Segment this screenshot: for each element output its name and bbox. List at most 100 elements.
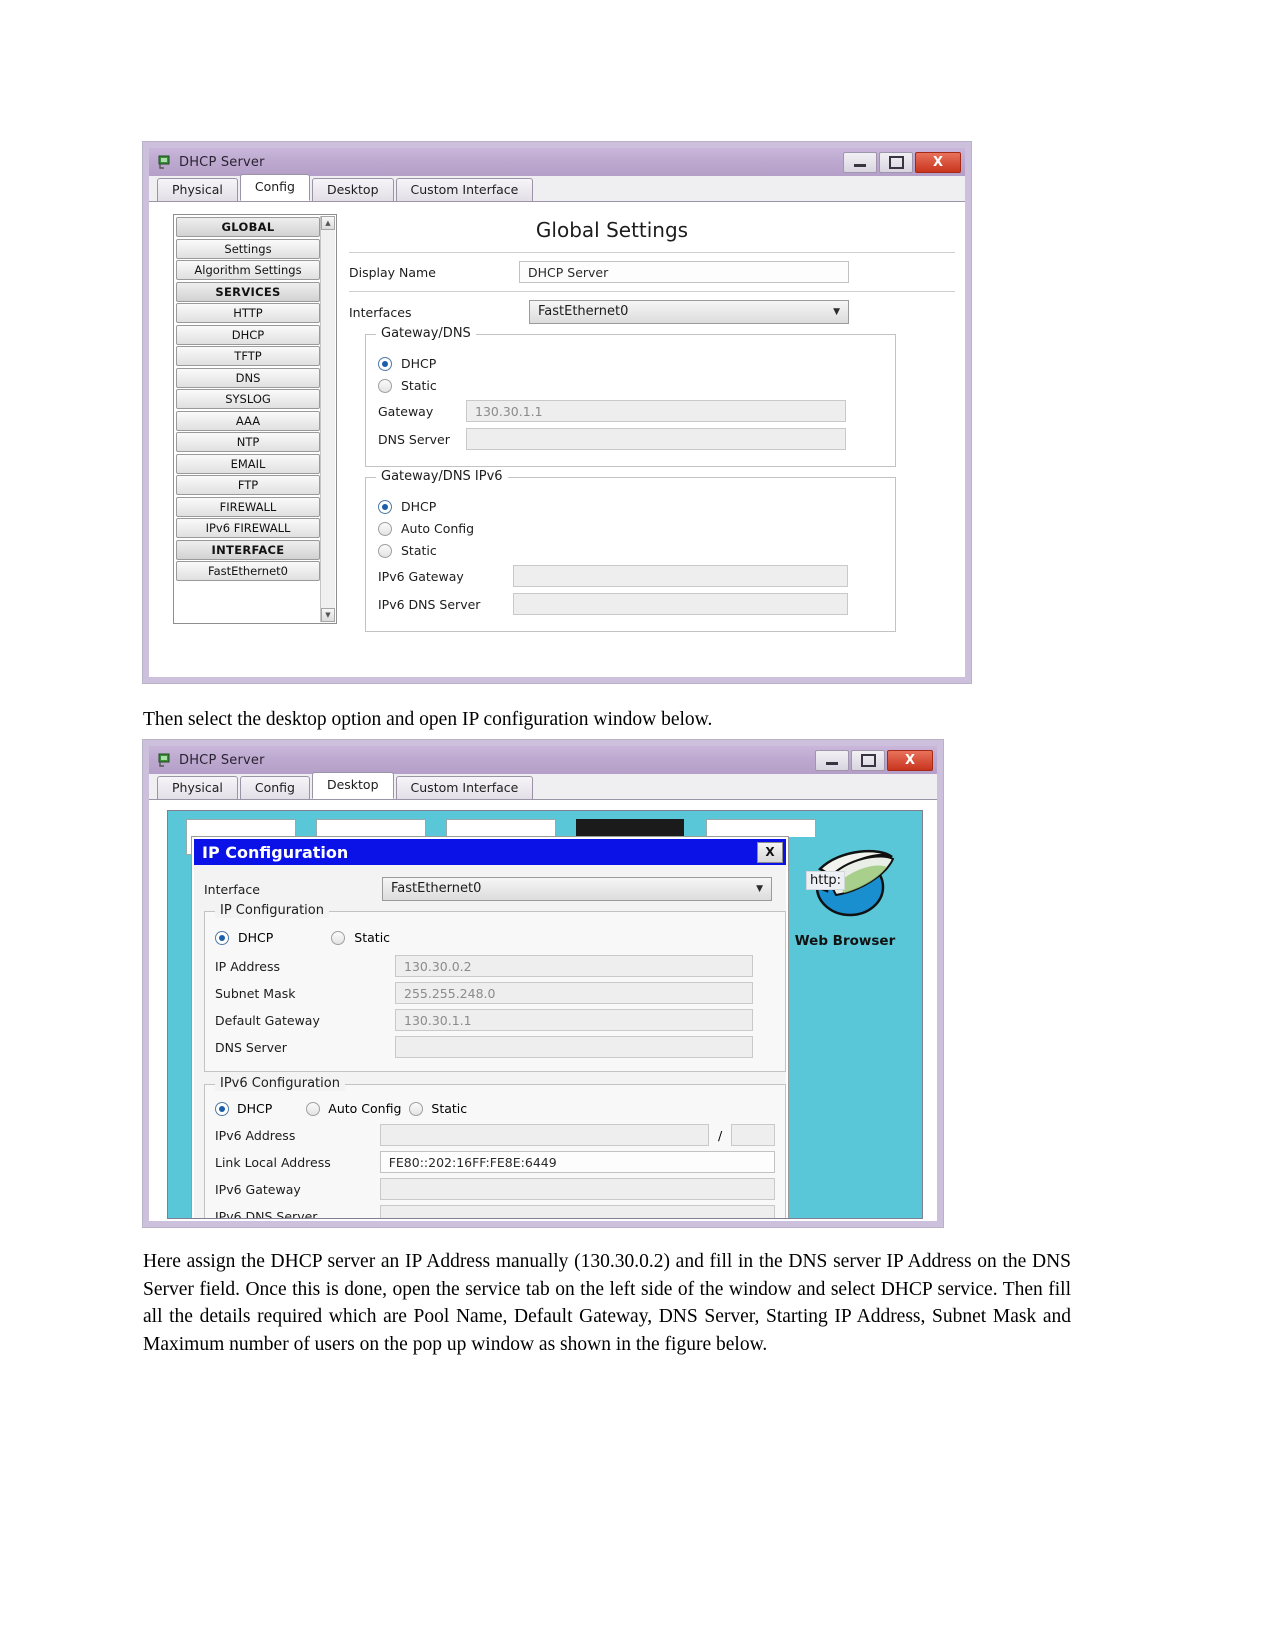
sidebar-item-syslog[interactable]: SYSLOG [176, 389, 320, 409]
gateway-dns-ipv6-group: Gateway/DNS IPv6 DHCP Auto Config Static [365, 469, 896, 632]
ipv6-dns-row: IPv6 DNS Server [378, 593, 883, 615]
ipv6-prefix-separator: / [717, 1127, 723, 1143]
sidebar-item-global[interactable]: GLOBAL [176, 217, 320, 237]
gateway-input[interactable]: 130.30.1.1 [466, 400, 846, 422]
sidebar-item-fastethernet0[interactable]: FastEthernet0 [176, 561, 320, 581]
ipv6-static-radio[interactable] [378, 543, 392, 558]
subnet-mask-input[interactable]: 255.255.248.0 [395, 982, 753, 1004]
ipv6-gateway-label: IPv6 Gateway [215, 1181, 301, 1197]
tab-physical[interactable]: Physical [157, 178, 238, 201]
dns-server-input[interactable] [395, 1036, 753, 1058]
interfaces-label: Interfaces [349, 304, 412, 320]
dialog-body: Interface FastEthernet0 ▼ IP Configurati… [194, 865, 786, 1218]
ipv4-row-dns-server: DNS Server [215, 1036, 775, 1058]
config-sidebar-list: GLOBAL Settings Algorithm Settings SERVICES… [176, 217, 320, 621]
ipv6-autoconfig-radio[interactable] [306, 1101, 321, 1116]
scroll-down-icon[interactable]: ▼ [321, 608, 335, 622]
ipv6-dns-input[interactable] [513, 593, 848, 615]
ipv6-autoconfig-radio[interactable] [378, 521, 392, 536]
ip-dhcp-radio[interactable] [215, 930, 229, 945]
ipv6-autoconfig-radio-row[interactable]: Auto Config [378, 521, 883, 536]
close-button[interactable]: X [887, 749, 933, 771]
interfaces-select[interactable]: FastEthernet0 ▼ [529, 300, 849, 324]
dialog-titlebar[interactable]: IP Configuration X [194, 839, 786, 865]
gateway-static-radio[interactable] [378, 378, 392, 393]
gateway-dhcp-radio[interactable] [378, 356, 392, 371]
tab-desktop[interactable]: Desktop [311, 772, 394, 799]
dhcp-server-desktop-window: DHCP Server X Physical Config Desktop Cu… [142, 739, 944, 1228]
tab-custom-interface[interactable]: Custom Interface [395, 178, 534, 201]
packet-tracer-server-icon [157, 752, 173, 768]
sidebar-item-firewall[interactable]: FIREWALL [176, 496, 320, 517]
sidebar-item-aaa[interactable]: AAA [176, 410, 320, 431]
ipv6-dhcp-radio[interactable] [378, 499, 392, 514]
ipv6-static-radio-row[interactable]: Static [378, 543, 883, 558]
ip-static-radio[interactable] [331, 930, 346, 945]
sidebar-item-settings[interactable]: Settings [176, 238, 320, 259]
window2-titlebar[interactable]: DHCP Server X [149, 746, 937, 775]
sidebar-item-dns[interactable]: DNS [176, 367, 320, 388]
ipv6-dhcp-label: DHCP [401, 499, 437, 514]
maximize-button[interactable] [879, 151, 913, 173]
sidebar-item-ftp[interactable]: FTP [176, 475, 320, 495]
sidebar-scrollbar[interactable]: ▲ ▼ [320, 216, 335, 622]
tab-desktop[interactable]: Desktop [311, 178, 394, 201]
ipv6-gateway-input[interactable] [513, 565, 848, 587]
ip-dhcp-label: DHCP [238, 930, 274, 945]
divider [349, 252, 955, 253]
window1-titlebar[interactable]: DHCP Server X [149, 148, 965, 177]
window2-title: DHCP Server [179, 752, 265, 768]
sidebar-item-services[interactable]: SERVICES [176, 281, 320, 302]
sidebar-item-tftp[interactable]: TFTP [176, 346, 320, 366]
dialog-close-button[interactable]: X [757, 841, 783, 863]
interface-label: Interface [204, 881, 260, 897]
interface-select[interactable]: FastEthernet0 ▼ [382, 877, 772, 901]
default-gateway-input[interactable]: 130.30.1.1 [395, 1009, 753, 1031]
ipv6-gateway-input[interactable] [379, 1178, 775, 1200]
sidebar-item-algorithm-settings[interactable]: Algorithm Settings [176, 260, 320, 280]
ipv6-dns-server-input[interactable] [379, 1205, 775, 1218]
dns-server-row: DNS Server [378, 428, 883, 450]
tab-physical[interactable]: Physical [157, 776, 238, 799]
ipv6-gateway-row: IPv6 Gateway [378, 565, 883, 587]
display-name-input[interactable]: DHCP Server [519, 261, 849, 283]
ipv6-dhcp-radio-row[interactable]: DHCP [378, 499, 883, 514]
sidebar-item-interface[interactable]: INTERFACE [176, 539, 320, 560]
sidebar-item-http[interactable]: HTTP [176, 303, 320, 323]
ipv6-static-radio[interactable] [409, 1101, 424, 1116]
packet-tracer-server-icon [157, 154, 173, 170]
gateway-static-radio-row[interactable]: Static [378, 378, 883, 393]
tab-config[interactable]: Config [239, 776, 310, 799]
sidebar-item-email[interactable]: EMAIL [176, 453, 320, 474]
default-gateway-label: Default Gateway [215, 1012, 320, 1028]
ip-address-input[interactable]: 130.30.0.2 [395, 955, 753, 977]
document-page: DHCP Server X Physical Config Desktop Cu… [0, 0, 1275, 1651]
close-button[interactable]: X [915, 151, 961, 173]
ipv6-autoconfig-label: Auto Config [401, 521, 475, 536]
ipv6-static-label: Static [401, 543, 437, 558]
ipv6-mode-radio-row: DHCP Auto Config Static [215, 1101, 775, 1116]
interfaces-row: Interfaces FastEthernet0 ▼ [349, 300, 955, 324]
interface-row: Interface FastEthernet0 ▼ [204, 877, 776, 901]
web-browser-tile[interactable]: http: Web Browser [784, 837, 908, 1218]
link-local-address-row: Link Local Address FE80::202:16FF:FE8E:6… [215, 1151, 775, 1173]
maximize-button[interactable] [851, 749, 885, 771]
ipv6-prefix-input[interactable] [731, 1124, 775, 1146]
minimize-button[interactable] [815, 749, 849, 771]
tab-custom-interface[interactable]: Custom Interface [395, 776, 534, 799]
ipv6-dhcp-label: DHCP [237, 1101, 273, 1116]
link-local-address-input[interactable]: FE80::202:16FF:FE8E:6449 [379, 1151, 775, 1173]
lead-paragraph: Then select the desktop option and open … [143, 709, 713, 730]
sidebar-item-ntp[interactable]: NTP [176, 432, 320, 452]
scroll-up-icon[interactable]: ▲ [321, 216, 335, 230]
tab-config[interactable]: Config [239, 174, 310, 201]
ipv6-dhcp-radio[interactable] [215, 1101, 229, 1116]
dns-server-input[interactable] [466, 428, 846, 450]
gateway-dns-ipv6-group-title: Gateway/DNS IPv6 [376, 469, 508, 484]
interfaces-selected-value: FastEthernet0 [538, 304, 629, 319]
sidebar-item-ipv6-firewall[interactable]: IPv6 FIREWALL [176, 518, 320, 538]
sidebar-item-dhcp[interactable]: DHCP [176, 324, 320, 345]
ipv6-address-input[interactable] [379, 1124, 710, 1146]
gateway-dhcp-radio-row[interactable]: DHCP [378, 356, 883, 371]
minimize-button[interactable] [843, 151, 877, 173]
